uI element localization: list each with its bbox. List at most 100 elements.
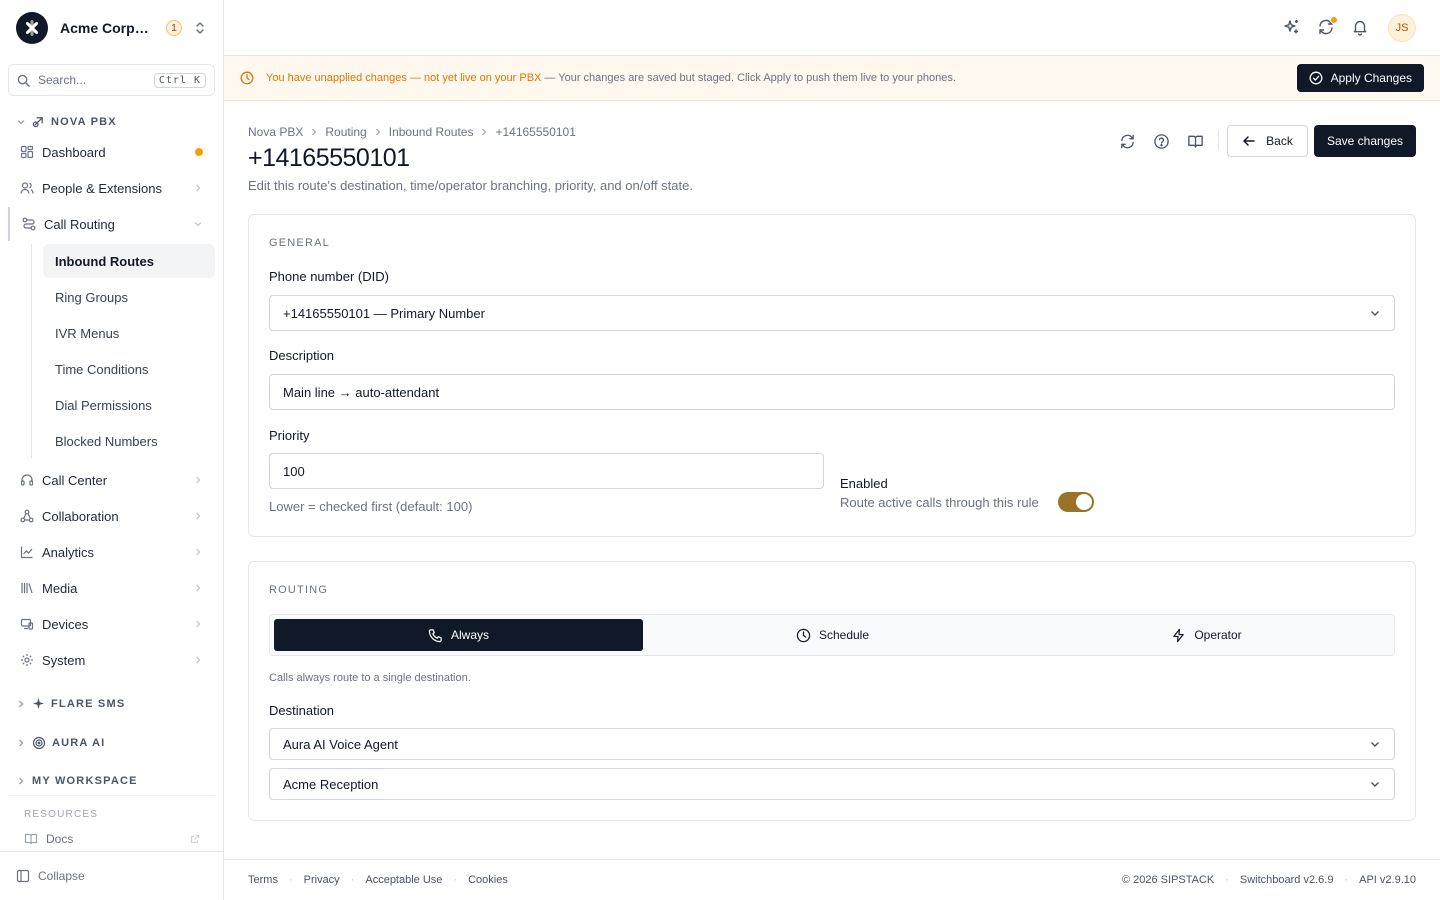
sidebar-item-call-center[interactable]: Call Center: [8, 463, 215, 497]
org-switcher[interactable]: Acme Corporation 1: [0, 0, 223, 56]
chevron-down-icon: [1369, 307, 1381, 319]
description-input[interactable]: Main line → auto-attendant: [269, 374, 1395, 410]
card-title: ROUTING: [269, 584, 329, 596]
chevron-down-icon: [1369, 738, 1381, 750]
sidebar-subitem-dial-permissions[interactable]: Dial Permissions: [43, 388, 215, 422]
footer-link-privacy[interactable]: Privacy: [304, 874, 340, 886]
priority-input[interactable]: 100: [269, 453, 824, 489]
sidebar-item-label: Media: [42, 580, 78, 596]
back-button[interactable]: Back: [1227, 125, 1308, 157]
back-label: Back: [1266, 134, 1293, 148]
sidebar-item-label: Analytics: [42, 544, 95, 560]
chevron-right-icon: [16, 738, 26, 748]
footer-link-cookies[interactable]: Cookies: [468, 874, 508, 886]
sidebar-item-collaboration[interactable]: Collaboration: [8, 499, 215, 533]
target-icon: [32, 736, 46, 750]
collapse-sidebar-button[interactable]: Collapse: [0, 851, 223, 900]
breadcrumb-item[interactable]: Routing: [325, 125, 366, 139]
clock-icon: [796, 628, 811, 643]
save-changes-button[interactable]: Save changes: [1314, 125, 1416, 157]
sidebar-panel-icon: [16, 869, 30, 883]
org-count-badge: 1: [166, 20, 182, 36]
nav-group-nova-pbx[interactable]: NOVA PBX: [16, 115, 117, 128]
sidebar-item-label: Call Routing: [44, 216, 115, 232]
network-icon: [20, 509, 34, 523]
footer-link-acceptable-use[interactable]: Acceptable Use: [365, 874, 442, 886]
chevron-right-icon: [193, 511, 203, 521]
footer-link-terms[interactable]: Terms: [248, 874, 278, 886]
sidebar-item-people-extensions[interactable]: People & Extensions: [8, 171, 215, 205]
footer-links: Terms · Privacy · Acceptable Use · Cooki…: [248, 874, 508, 886]
search-shortcut: Ctrl K: [153, 72, 206, 88]
search-icon: [17, 74, 30, 87]
sidebar-item-analytics[interactable]: Analytics: [8, 535, 215, 569]
bell-icon[interactable]: [1351, 18, 1369, 36]
enabled-toggle[interactable]: [1058, 492, 1094, 512]
breadcrumb-item[interactable]: Inbound Routes: [389, 125, 474, 139]
clock-icon: [240, 71, 254, 85]
chevron-down-icon: [1369, 778, 1381, 790]
breadcrumb: Nova PBX Routing Inbound Routes +1416555…: [248, 125, 576, 139]
refresh-icon[interactable]: [1119, 133, 1136, 150]
sidebar-subitem-blocked-numbers[interactable]: Blocked Numbers: [43, 424, 215, 458]
nav-group-label: NOVA PBX: [51, 115, 117, 128]
sidebar-subitem-ivr-menus[interactable]: IVR Menus: [43, 316, 215, 350]
breadcrumb-current: +14165550101: [495, 125, 576, 139]
priority-hint: Lower = checked first (default: 100): [269, 499, 473, 514]
sidebar-subitem-ring-groups[interactable]: Ring Groups: [43, 280, 215, 314]
chevron-right-icon: [193, 655, 203, 665]
chevron-right-icon: [193, 183, 203, 193]
card-title: GENERAL: [269, 237, 330, 249]
did-select[interactable]: +14165550101 — Primary Number: [269, 295, 1395, 331]
library-icon: [20, 581, 34, 595]
topbar: JS: [224, 0, 1440, 56]
sidebar-item-media[interactable]: Media: [8, 571, 215, 605]
org-name: Acme Corporation: [60, 20, 154, 36]
sidebar-item-dashboard[interactable]: Dashboard: [8, 135, 215, 169]
nav-group-my-workspace[interactable]: MY WORKSPACE: [16, 775, 138, 787]
priority-value: 100: [283, 463, 305, 479]
chevron-up-down-icon[interactable]: [194, 21, 206, 35]
tab-always[interactable]: Always: [274, 619, 643, 651]
route-icon: [22, 217, 36, 231]
did-value: +14165550101 — Primary Number: [283, 305, 485, 321]
tab-operator[interactable]: Operator: [1022, 619, 1391, 651]
toggle-knob: [1076, 494, 1092, 510]
ai-sparkles-icon[interactable]: [1283, 18, 1301, 36]
lightning-icon: [1171, 628, 1186, 643]
avatar[interactable]: JS: [1388, 14, 1416, 42]
nav-group-flare-sms[interactable]: FLARE SMS: [16, 697, 125, 710]
submenu-guide-line: [31, 244, 32, 458]
enabled-label: Enabled: [840, 476, 888, 491]
destination-type-select[interactable]: Aura AI Voice Agent: [269, 728, 1395, 760]
destination-type-value: Aura AI Voice Agent: [283, 736, 398, 752]
sidebar-item-call-routing[interactable]: Call Routing: [8, 207, 215, 241]
sidebar-subitem-time-conditions[interactable]: Time Conditions: [43, 352, 215, 386]
api-version: API v2.9.10: [1359, 874, 1416, 886]
help-icon[interactable]: [1153, 133, 1170, 150]
chevron-right-icon: [193, 619, 203, 629]
separator: ·: [1344, 874, 1349, 886]
sidebar-item-label: People & Extensions: [42, 180, 162, 196]
divider: [8, 795, 215, 796]
general-card: GENERAL Phone number (DID) +14165550101 …: [248, 214, 1416, 537]
description-value: Main line → auto-attendant: [283, 384, 440, 400]
chevron-right-icon: [310, 128, 318, 136]
chevron-right-icon: [193, 547, 203, 557]
sidebar-search[interactable]: Search... Ctrl K: [8, 64, 215, 96]
destination-target-select[interactable]: Acme Reception: [269, 768, 1395, 800]
docs-label: Docs: [46, 832, 74, 846]
docs-link[interactable]: Docs: [24, 832, 200, 846]
book-open-icon[interactable]: [1187, 133, 1204, 150]
chevron-right-icon: [480, 128, 488, 136]
app-version: Switchboard v2.6.9: [1239, 874, 1334, 886]
sidebar-subitem-inbound-routes[interactable]: Inbound Routes: [43, 244, 215, 278]
tab-schedule[interactable]: Schedule: [648, 619, 1017, 651]
sidebar-item-devices[interactable]: Devices: [8, 607, 215, 641]
apply-changes-button[interactable]: Apply Changes: [1296, 64, 1424, 92]
routing-card: ROUTING Always Schedule Operator Calls a…: [248, 561, 1416, 821]
breadcrumb-item[interactable]: Nova PBX: [248, 125, 303, 139]
nav-group-aura-ai[interactable]: AURA AI: [16, 736, 105, 750]
sidebar-item-system[interactable]: System: [8, 643, 215, 677]
sidebar-item-label: System: [42, 652, 86, 668]
